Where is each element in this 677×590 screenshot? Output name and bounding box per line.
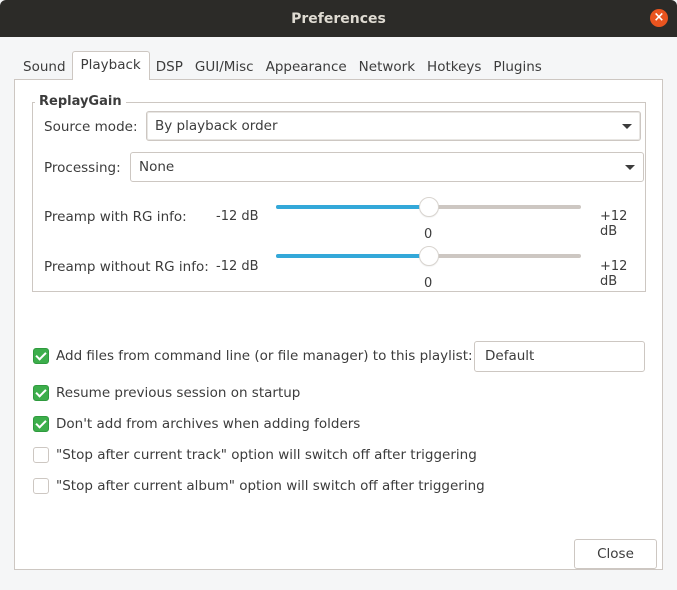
slider-knob[interactable] <box>418 246 439 266</box>
preamp-with-max: +12 dB <box>600 209 628 239</box>
replaygain-frame: ReplayGain Source mode: By playback orde… <box>32 94 646 292</box>
window-title: Preferences <box>291 10 386 27</box>
replaygain-legend: ReplayGain <box>35 94 126 109</box>
preamp-without-slider[interactable] <box>276 246 581 266</box>
window-body: Sound Playback DSP GUI/Misc Appearance N… <box>0 37 677 590</box>
close-icon[interactable]: × <box>650 9 668 27</box>
slider-fill <box>276 205 429 209</box>
chevron-down-icon <box>622 124 632 129</box>
preamp-with-value: 0 <box>424 227 433 242</box>
preamp-with-min: -12 dB <box>216 209 259 224</box>
resume-session-checkbox[interactable] <box>33 385 49 401</box>
playback-panel: ReplayGain Source mode: By playback orde… <box>14 79 663 570</box>
source-mode-value: By playback order <box>155 118 278 134</box>
preamp-without-min: -12 dB <box>216 259 259 274</box>
tab-hotkeys[interactable]: Hotkeys <box>421 55 487 79</box>
preamp-with-label: Preamp with RG info: <box>44 209 187 225</box>
add-files-option[interactable]: Add files from command line (or file man… <box>33 348 473 364</box>
tab-bar: Sound Playback DSP GUI/Misc Appearance N… <box>17 51 548 80</box>
tab-appearance[interactable]: Appearance <box>260 55 353 79</box>
stop-album-checkbox[interactable] <box>33 478 49 494</box>
no-archives-checkbox[interactable] <box>33 416 49 432</box>
preamp-without-label: Preamp without RG info: <box>44 259 209 275</box>
stop-album-option[interactable]: "Stop after current album" option will s… <box>33 478 485 494</box>
processing-value: None <box>139 159 175 175</box>
title-bar: Preferences × <box>0 0 677 37</box>
tab-dsp[interactable]: DSP <box>150 55 189 79</box>
chevron-down-icon <box>625 165 635 170</box>
tab-gui-misc[interactable]: GUI/Misc <box>189 55 260 79</box>
tab-playback[interactable]: Playback <box>71 51 150 80</box>
stop-track-checkbox[interactable] <box>33 447 49 463</box>
stop-track-option[interactable]: "Stop after current track" option will s… <box>33 447 477 463</box>
resume-session-label: Resume previous session on startup <box>56 385 301 401</box>
preamp-without-value: 0 <box>424 276 433 291</box>
resume-session-option[interactable]: Resume previous session on startup <box>33 385 300 401</box>
preamp-without-max: +12 dB <box>600 259 628 289</box>
source-mode-label: Source mode: <box>44 119 138 135</box>
tab-plugins[interactable]: Plugins <box>487 55 547 79</box>
slider-knob[interactable] <box>418 197 439 217</box>
tab-network[interactable]: Network <box>353 55 421 79</box>
playlist-input[interactable]: Default <box>474 341 645 372</box>
stop-album-label: "Stop after current album" option will s… <box>56 478 485 494</box>
close-button[interactable]: Close <box>574 539 657 569</box>
processing-combo[interactable]: None <box>130 152 644 182</box>
slider-fill <box>276 254 429 258</box>
tab-sound[interactable]: Sound <box>17 55 72 79</box>
stop-track-label: "Stop after current track" option will s… <box>56 447 477 463</box>
no-archives-option[interactable]: Don't add from archives when adding fold… <box>33 416 360 432</box>
source-mode-combo[interactable]: By playback order <box>146 111 641 141</box>
add-files-checkbox[interactable] <box>33 348 49 364</box>
add-files-label: Add files from command line (or file man… <box>56 348 473 364</box>
processing-label: Processing: <box>44 160 121 176</box>
preamp-with-slider[interactable] <box>276 197 581 217</box>
no-archives-label: Don't add from archives when adding fold… <box>56 416 361 432</box>
